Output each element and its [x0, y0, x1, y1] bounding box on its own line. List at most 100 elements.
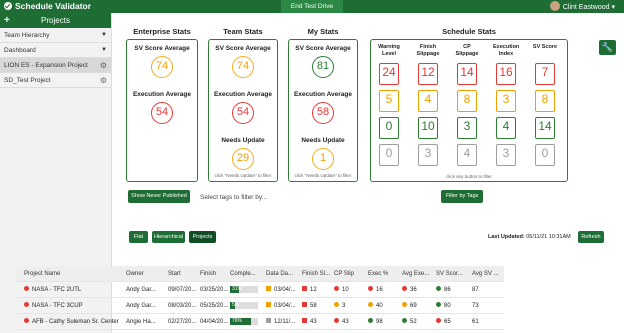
sv-score-value: 74	[151, 56, 173, 78]
data_date-text: 12/11/...	[274, 319, 296, 325]
end-test-drive-button[interactable]: End Test Drive	[281, 0, 343, 13]
tab-flat[interactable]: Flat	[129, 231, 148, 243]
needs-update-label[interactable]: Needs Update	[289, 137, 357, 144]
column-header[interactable]: Data Da...	[266, 266, 293, 282]
cp-text: 3	[342, 303, 346, 309]
name-cell: NASA - TFC 3CUP	[24, 298, 83, 314]
app-title: Schedule Validator	[4, 1, 91, 11]
sv-score-header: SV Score	[532, 44, 558, 50]
avg_exec-cell: 69	[402, 298, 417, 314]
needs-update-label[interactable]: Needs Update	[209, 137, 277, 144]
table-row[interactable]: AFB - Cathy Suleman Sr. Center Angie Ha..…	[16, 314, 504, 330]
cp-text: 43	[342, 319, 349, 325]
schedule-stat-cell[interactable]: 5	[379, 90, 399, 112]
column-header[interactable]: Finish Sl...	[302, 266, 330, 282]
column-header[interactable]: Exec %	[368, 266, 388, 282]
column-header[interactable]: Owner	[126, 266, 144, 282]
my-stats-card: SV Score Average 81 Execution Average 58…	[288, 39, 358, 182]
column-header[interactable]: Comple...	[230, 266, 256, 282]
tab-projects[interactable]: Projects	[189, 231, 216, 243]
needs-update-value[interactable]: 1	[312, 148, 334, 170]
filter-by-tags-button[interactable]: Filter by Tags	[441, 190, 483, 203]
avg_sv-cell: 87	[472, 282, 479, 298]
sv-score-label: SV Score Average	[295, 45, 351, 52]
schedule-stat-cell[interactable]: 3	[418, 144, 438, 166]
table-row[interactable]: NASA - TFC 3CUP Andy Gar... 08/03/20... 05/…	[16, 298, 504, 314]
owner-cell: Andy Gar...	[126, 282, 156, 298]
finish_slip-text: 43	[310, 319, 317, 325]
wrench-settings-button[interactable]: 🔧	[599, 40, 616, 55]
sidebar-item-lion-es[interactable]: LION ES - Expansion Project ⚙	[0, 58, 111, 73]
avg_sv-cell: 73	[472, 298, 479, 314]
schedule-stat-cell[interactable]: 7	[535, 63, 555, 85]
column-header[interactable]: Avg SV ...	[472, 266, 499, 282]
warning-level-header: Warning Level	[378, 44, 400, 57]
schedule-stat-cell[interactable]: 14	[535, 117, 555, 139]
data_date-cell: 12/11/...	[266, 314, 295, 330]
sidebar-item-dashboard[interactable]: Dashboard ▼	[0, 43, 111, 58]
schedule-stat-cell[interactable]: 8	[535, 90, 555, 112]
column-header[interactable]: Project Name	[24, 266, 60, 282]
needs-update-value[interactable]: 29	[232, 148, 254, 170]
user-menu[interactable]: Clint Eastwood ▾	[549, 1, 615, 11]
gear-icon[interactable]: ⚙	[100, 73, 107, 88]
schedule-stat-cell[interactable]: 16	[496, 63, 516, 85]
exec-text: 16	[376, 287, 383, 293]
column-header[interactable]: Start	[168, 266, 181, 282]
schedule-stats-title: Schedule Stats	[442, 27, 496, 36]
tag-filter-input[interactable]: Select tags to filter by...	[200, 194, 267, 201]
schedule-stat-cell[interactable]: 4	[418, 90, 438, 112]
schedule-stat-cell[interactable]: 10	[418, 117, 438, 139]
sidebar-item-sd-test[interactable]: SD_Test Project ⚙	[0, 73, 111, 88]
tab-hierarchical[interactable]: Hierarchical	[152, 231, 185, 243]
projects-label: Projects	[41, 16, 70, 25]
team-stats-card: SV Score Average 74 Execution Average 54…	[208, 39, 278, 182]
refresh-button[interactable]: Refresh	[578, 231, 604, 243]
schedule-stat-cell[interactable]: 14	[457, 63, 477, 85]
finish_slip-text: 12	[310, 287, 317, 293]
schedule-stat-cell[interactable]: 3	[457, 117, 477, 139]
schedule-stats-card: Warning Level Finish Slippage CP Slippag…	[370, 39, 568, 182]
data_date-text: 03/04/...	[274, 303, 296, 309]
schedule-stat-cell[interactable]: 4	[496, 117, 516, 139]
plus-icon[interactable]: +	[4, 13, 10, 28]
user-name: Clint Eastwood	[562, 4, 610, 11]
avg_exec-text: 69	[410, 303, 417, 309]
exec-cell: 16	[368, 282, 383, 298]
schedule-stat-cell[interactable]: 8	[457, 90, 477, 112]
gear-icon[interactable]: ⚙	[100, 58, 107, 73]
column-header[interactable]: SV Scor...	[436, 266, 463, 282]
schedule-stat-cell[interactable]: 0	[535, 144, 555, 166]
column-header[interactable]: CP Slip	[334, 266, 354, 282]
status-indicator	[302, 302, 307, 307]
schedule-stat-cell[interactable]: 0	[379, 144, 399, 166]
schedule-stat-cell[interactable]: 3	[496, 144, 516, 166]
execution-average-label: Execution Average	[293, 91, 353, 98]
projects-header[interactable]: + Projects	[0, 13, 111, 28]
finish-cell: 03/25/20...	[200, 282, 228, 298]
sidebar-item-team-hierarchy[interactable]: Team Hierarchy ▼	[0, 28, 111, 43]
execution-average-value: 58	[312, 102, 334, 124]
schedule-stat-cell[interactable]: 4	[457, 144, 477, 166]
avg_exec-text: 36	[410, 287, 417, 293]
caret-down-icon: ▼	[101, 32, 107, 38]
finish-text: 03/25/20...	[200, 287, 229, 293]
schedule-stat-cell[interactable]: 3	[496, 90, 516, 112]
progress-label: 31%	[232, 286, 243, 292]
show-never-published-button[interactable]: Show Never Published	[128, 190, 190, 203]
schedule-stat-cell[interactable]: 0	[379, 117, 399, 139]
schedule-stat-cell[interactable]: 24	[379, 63, 399, 85]
execution-average-label: Execution Average	[213, 91, 273, 98]
sv-cell: 80	[436, 298, 451, 314]
execution-average-value: 54	[232, 102, 254, 124]
sv-text: 80	[444, 303, 451, 309]
table-row[interactable]: NASA - TFC 2UTL Andy Gar... 09/07/20... 03/…	[16, 282, 504, 298]
schedule-stat-cell[interactable]: 12	[418, 63, 438, 85]
name-text: NASA - TFC 3CUP	[32, 303, 83, 309]
cp-text: 10	[342, 287, 349, 293]
chevron-down-icon: ▾	[611, 4, 615, 11]
column-header[interactable]: Avg Exe...	[402, 266, 429, 282]
avg_sv-text: 87	[472, 287, 479, 293]
column-header[interactable]: Finish	[200, 266, 216, 282]
table-header: Project Name Owner Start Finish Comple... Dat…	[16, 266, 504, 282]
